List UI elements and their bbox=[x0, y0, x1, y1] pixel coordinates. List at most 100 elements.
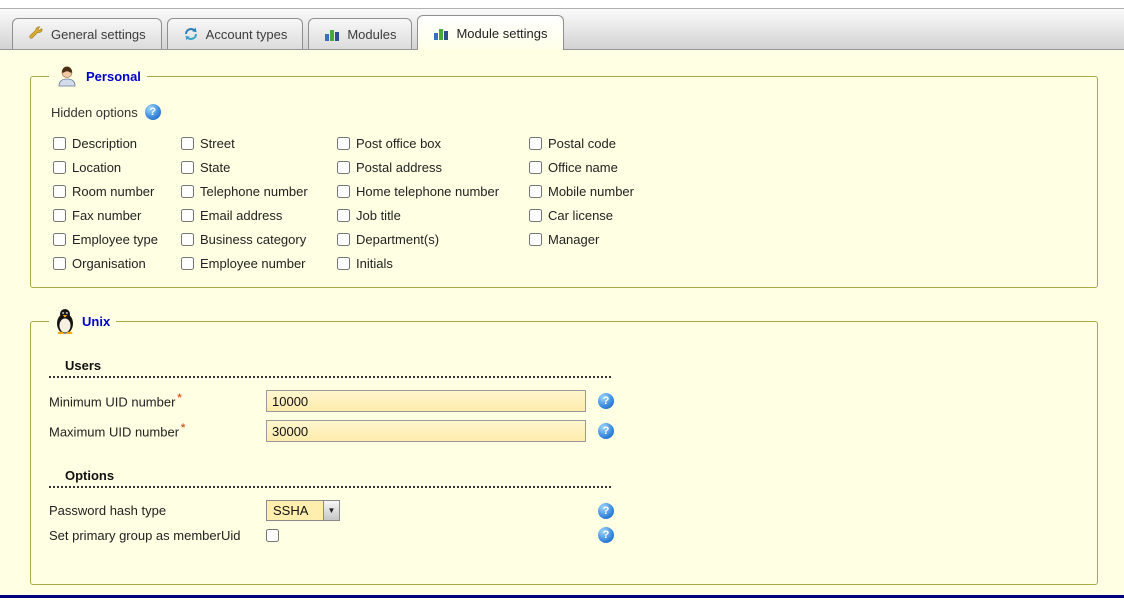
tab-modules[interactable]: Modules bbox=[308, 18, 412, 49]
hidden-option-checkbox[interactable] bbox=[53, 209, 66, 222]
tab-label: Account types bbox=[206, 27, 288, 42]
hidden-option-label: Postal code bbox=[548, 136, 616, 151]
help-icon[interactable]: ? bbox=[598, 423, 614, 439]
module-settings-icon bbox=[433, 25, 449, 41]
hidden-option-label: Job title bbox=[356, 208, 401, 223]
hidden-option-label: Postal address bbox=[356, 160, 442, 175]
max-uid-label: Maximum UID number bbox=[49, 425, 179, 440]
min-uid-row: Minimum UID number* ? bbox=[49, 390, 1079, 412]
hidden-option-label: Telephone number bbox=[200, 184, 308, 199]
hidden-option-label: Employee type bbox=[72, 232, 158, 247]
hidden-option-checkbox[interactable] bbox=[337, 233, 350, 246]
password-hash-value: SSHA bbox=[267, 503, 323, 518]
help-icon[interactable]: ? bbox=[145, 104, 161, 120]
hidden-options-grid: Description Street Post office box Posta… bbox=[53, 136, 1079, 271]
hidden-option-label: Post office box bbox=[356, 136, 441, 151]
hidden-option-checkbox[interactable] bbox=[529, 161, 542, 174]
min-uid-label: Minimum UID number bbox=[49, 395, 175, 410]
hidden-option-label: Home telephone number bbox=[356, 184, 499, 199]
hidden-option-label: Location bbox=[72, 160, 121, 175]
options-section-header: Options bbox=[49, 464, 611, 488]
hidden-option-checkbox[interactable] bbox=[337, 185, 350, 198]
hidden-option-checkbox-item[interactable]: Postal code bbox=[529, 136, 1079, 151]
hidden-option-label: State bbox=[200, 160, 230, 175]
hidden-option-checkbox-item[interactable]: Job title bbox=[337, 208, 529, 223]
help-icon[interactable]: ? bbox=[598, 503, 614, 519]
help-icon[interactable]: ? bbox=[598, 393, 614, 409]
hidden-option-checkbox-item[interactable]: Location bbox=[53, 160, 181, 175]
hidden-option-checkbox-item[interactable]: Room number bbox=[53, 184, 181, 199]
hidden-option-checkbox-item[interactable]: Home telephone number bbox=[337, 184, 529, 199]
password-hash-select[interactable]: SSHA ▼ bbox=[266, 500, 340, 521]
hidden-option-label: Organisation bbox=[72, 256, 146, 271]
hidden-option-checkbox-item[interactable]: Street bbox=[181, 136, 337, 151]
hidden-option-checkbox[interactable] bbox=[181, 137, 194, 150]
hidden-option-checkbox[interactable] bbox=[181, 233, 194, 246]
hidden-option-checkbox-item[interactable]: Fax number bbox=[53, 208, 181, 223]
unix-legend-label: Unix bbox=[82, 314, 110, 329]
hidden-option-checkbox[interactable] bbox=[53, 233, 66, 246]
tab-account-types[interactable]: Account types bbox=[167, 18, 304, 49]
hidden-option-checkbox-item[interactable]: Office name bbox=[529, 160, 1079, 175]
min-uid-input[interactable] bbox=[266, 390, 586, 412]
hidden-option-checkbox[interactable] bbox=[181, 257, 194, 270]
penguin-icon bbox=[55, 308, 75, 334]
hidden-option-checkbox-item[interactable]: Employee type bbox=[53, 232, 181, 247]
hidden-option-checkbox[interactable] bbox=[529, 137, 542, 150]
member-uid-checkbox[interactable] bbox=[266, 529, 279, 542]
personal-fieldset: Personal Hidden options ? Description St… bbox=[30, 64, 1098, 288]
hidden-option-checkbox-item[interactable]: Department(s) bbox=[337, 232, 529, 247]
options-section-title: Options bbox=[65, 468, 114, 483]
person-icon bbox=[55, 64, 79, 88]
hidden-option-checkbox[interactable] bbox=[529, 233, 542, 246]
hidden-option-checkbox-item[interactable]: Postal address bbox=[337, 160, 529, 175]
hidden-option-label: Initials bbox=[356, 256, 393, 271]
hidden-options-label: Hidden options bbox=[51, 105, 138, 120]
hidden-options-row: Hidden options ? bbox=[51, 104, 1079, 120]
hidden-option-checkbox-item[interactable]: Manager bbox=[529, 232, 1079, 247]
users-section-header: Users bbox=[49, 354, 611, 378]
max-uid-input[interactable] bbox=[266, 420, 586, 442]
hidden-option-checkbox[interactable] bbox=[337, 257, 350, 270]
hidden-option-checkbox[interactable] bbox=[181, 161, 194, 174]
hidden-option-checkbox-item[interactable]: Post office box bbox=[337, 136, 529, 151]
hidden-option-checkbox[interactable] bbox=[53, 257, 66, 270]
hidden-option-checkbox-item[interactable]: Description bbox=[53, 136, 181, 151]
hidden-option-checkbox-item[interactable]: Employee number bbox=[181, 256, 337, 271]
hidden-option-checkbox[interactable] bbox=[53, 137, 66, 150]
tab-bar: General settings Account types Modules M… bbox=[0, 8, 1124, 50]
hidden-option-label: Employee number bbox=[200, 256, 306, 271]
hidden-option-checkbox[interactable] bbox=[337, 209, 350, 222]
content-area: Personal Hidden options ? Description St… bbox=[0, 50, 1124, 598]
member-uid-label: Set primary group as memberUid bbox=[49, 528, 266, 543]
hidden-option-checkbox[interactable] bbox=[181, 185, 194, 198]
hidden-option-checkbox[interactable] bbox=[337, 161, 350, 174]
hidden-option-checkbox-item[interactable]: Car license bbox=[529, 208, 1079, 223]
hidden-option-checkbox-item[interactable]: State bbox=[181, 160, 337, 175]
hidden-option-checkbox[interactable] bbox=[53, 161, 66, 174]
tab-module-settings[interactable]: Module settings bbox=[417, 15, 563, 50]
tab-general-settings[interactable]: General settings bbox=[12, 18, 162, 49]
hidden-option-checkbox[interactable] bbox=[529, 209, 542, 222]
hidden-option-label: Department(s) bbox=[356, 232, 439, 247]
users-section-title: Users bbox=[65, 358, 101, 373]
hidden-option-checkbox-item[interactable]: Initials bbox=[337, 256, 529, 271]
module-settings-page: General settings Account types Modules M… bbox=[0, 0, 1124, 607]
personal-legend: Personal bbox=[49, 64, 147, 88]
password-hash-label: Password hash type bbox=[49, 503, 266, 518]
tab-label: Modules bbox=[347, 27, 396, 42]
hidden-option-checkbox-item[interactable]: Business category bbox=[181, 232, 337, 247]
hidden-option-label: Manager bbox=[548, 232, 599, 247]
hidden-option-checkbox[interactable] bbox=[53, 185, 66, 198]
hidden-option-checkbox[interactable] bbox=[181, 209, 194, 222]
hidden-option-checkbox-item[interactable]: Email address bbox=[181, 208, 337, 223]
hidden-option-checkbox-item[interactable]: Organisation bbox=[53, 256, 181, 271]
help-icon[interactable]: ? bbox=[598, 527, 614, 543]
hidden-option-checkbox-item[interactable]: Mobile number bbox=[529, 184, 1079, 199]
hidden-option-checkbox[interactable] bbox=[337, 137, 350, 150]
unix-legend: Unix bbox=[49, 308, 116, 334]
hidden-option-checkbox[interactable] bbox=[529, 185, 542, 198]
hidden-option-checkbox-item[interactable]: Telephone number bbox=[181, 184, 337, 199]
wrench-icon bbox=[28, 26, 44, 42]
hidden-option-label: Business category bbox=[200, 232, 306, 247]
